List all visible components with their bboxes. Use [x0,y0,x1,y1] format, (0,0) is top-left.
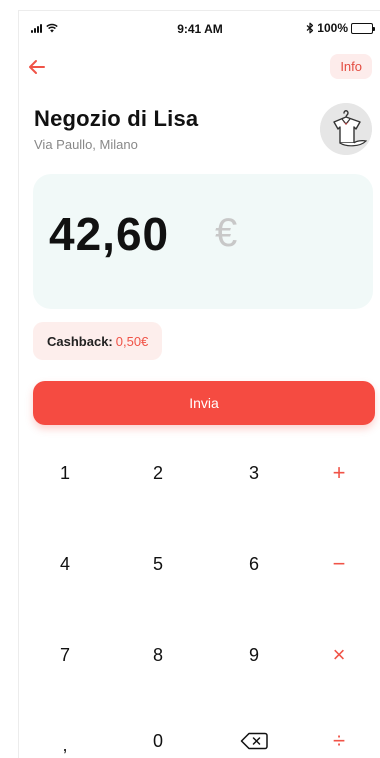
info-button[interactable]: Info [330,54,372,79]
currency-symbol: € [215,211,238,255]
battery-percent: 100% [317,21,348,35]
amount-value: 42,60 [49,208,170,260]
key-plus[interactable]: + [309,453,369,493]
key-minus[interactable]: − [309,544,369,584]
key-divide[interactable]: ÷ [309,721,369,758]
store-name: Negozio di Lisa [34,106,199,131]
key-1[interactable]: 1 [35,453,95,493]
key-4[interactable]: 4 [35,544,95,584]
key-backspace[interactable] [224,721,284,758]
back-button[interactable] [25,55,49,79]
send-button[interactable]: Invia [33,381,375,425]
key-6[interactable]: 6 [224,544,284,584]
arrow-left-icon [29,60,45,74]
key-5[interactable]: 5 [128,544,188,584]
amount-card: 42,60 € [33,174,373,309]
cashback-badge: Cashback: 0,50€ [33,322,163,360]
bluetooth-icon [306,22,314,34]
backspace-icon [240,732,268,750]
phone-screen: 9:41 AM 100% Info Negozio di Lisa Via Pa… [18,10,380,758]
cashback-value: 0,50€ [115,333,149,349]
key-2[interactable]: 2 [128,453,188,493]
key-8[interactable]: 8 [128,635,188,675]
key-3[interactable]: 3 [224,453,284,493]
key-multiply[interactable]: × [309,635,369,675]
key-7[interactable]: 7 [35,635,95,675]
key-9[interactable]: 9 [224,635,284,675]
battery-icon [351,22,375,34]
store-logo [320,103,372,155]
key-comma[interactable]: , [35,725,95,758]
cashback-label: Cashback: [47,333,113,349]
shirt-on-hanger-icon [320,103,372,155]
status-right: 100% [306,21,375,35]
store-address: Via Paullo, Milano [34,137,138,152]
status-bar: 9:41 AM 100% [19,11,380,45]
key-0[interactable]: 0 [128,721,188,758]
